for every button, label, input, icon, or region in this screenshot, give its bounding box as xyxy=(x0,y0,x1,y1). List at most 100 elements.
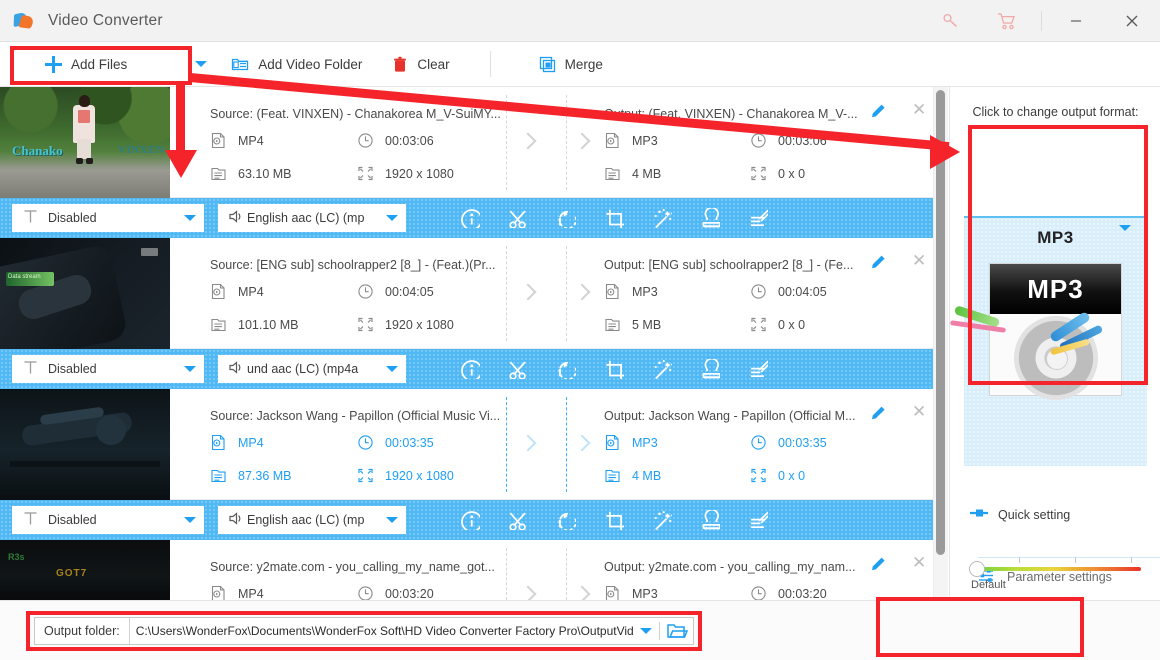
convert-chevron-icon xyxy=(519,434,537,452)
file-list[interactable]: Chanako VINXEN Source: (Feat. VINXEN) - … xyxy=(0,87,948,600)
crop-icon[interactable] xyxy=(590,500,638,540)
output-folder-path[interactable]: C:\Users\WonderFox\Documents\WonderFox S… xyxy=(128,618,633,644)
output-format-panel: Click to change output format: MP3 MP3 P… xyxy=(949,87,1160,650)
clock-icon xyxy=(750,434,767,451)
output-format-header[interactable]: MP3 xyxy=(964,228,1147,248)
open-folder-icon[interactable] xyxy=(659,622,693,640)
scissors-icon[interactable] xyxy=(494,198,542,238)
minimize-icon[interactable] xyxy=(1048,0,1104,42)
add-files-label: Add Files xyxy=(71,56,128,72)
cart-icon[interactable] xyxy=(979,0,1035,42)
remove-file-icon[interactable]: ✕ xyxy=(912,554,926,571)
file-meta: Source: (Feat. VINXEN) - Chanakorea M_V-… xyxy=(170,87,933,198)
add-video-folder-button[interactable]: Add Video Folder xyxy=(231,42,362,86)
magic-wand-icon[interactable] xyxy=(638,500,686,540)
subtitle-edit-icon[interactable] xyxy=(734,349,782,389)
scissors-icon[interactable] xyxy=(494,349,542,389)
output-title: Output: [ENG sub] schoolrapper2 [8_] - (… xyxy=(604,258,854,272)
subtitle-track-select[interactable]: Disabled xyxy=(12,506,204,534)
rotate-icon[interactable] xyxy=(542,500,590,540)
magic-wand-icon[interactable] xyxy=(638,349,686,389)
video-thumbnail[interactable]: Chanako VINXEN xyxy=(0,87,170,198)
crop-icon[interactable] xyxy=(590,198,638,238)
source-title: Source: y2mate.com - you_calling_my_name… xyxy=(210,560,495,574)
info-icon[interactable] xyxy=(446,198,494,238)
convert-chevron-icon xyxy=(519,132,537,150)
rotate-icon[interactable] xyxy=(542,198,590,238)
magic-wand-icon[interactable] xyxy=(638,198,686,238)
quality-slider[interactable]: Default xyxy=(969,555,1142,591)
source-size: 101.10 MB xyxy=(210,316,298,333)
audio-track-select[interactable]: English aac (LC) (mp xyxy=(218,204,406,232)
video-thumbnail[interactable] xyxy=(0,389,170,500)
audio-track-select[interactable]: und aac (LC) (mp4a xyxy=(218,355,406,383)
video-thumbnail[interactable]: Data stream xyxy=(0,238,170,349)
remove-file-icon[interactable]: ✕ xyxy=(912,101,926,118)
file-size-icon xyxy=(604,165,621,182)
swoosh-decoration xyxy=(1046,304,1116,366)
subtitle-track-select[interactable]: Disabled xyxy=(12,204,204,232)
remove-file-icon[interactable]: ✕ xyxy=(912,252,926,269)
merge-button[interactable]: Merge xyxy=(539,42,603,86)
table-row[interactable]: Data stream Source: [ENG sub] schoolrapp… xyxy=(0,238,933,349)
clock-icon xyxy=(750,132,767,149)
chevron-down-icon[interactable] xyxy=(184,215,196,221)
source-duration: 00:04:05 xyxy=(357,283,434,300)
add-files-button[interactable]: Add Files xyxy=(45,42,208,86)
row-action-bar: Disabled English aac (LC) (mp xyxy=(0,198,933,238)
source-format: MP4 xyxy=(210,434,264,451)
info-icon[interactable] xyxy=(446,349,494,389)
subtitle-edit-icon[interactable] xyxy=(734,198,782,238)
title-bar: Video Converter xyxy=(0,0,1160,42)
scissors-icon[interactable] xyxy=(494,500,542,540)
info-icon[interactable] xyxy=(446,500,494,540)
mp3-format-thumbnail: MP3 xyxy=(949,263,1122,400)
rename-output-icon[interactable] xyxy=(870,556,887,576)
key-icon[interactable] xyxy=(923,0,979,42)
format-chevron-down-icon[interactable] xyxy=(1119,225,1131,231)
quick-setting-icon xyxy=(969,507,989,522)
row-action-bar: Disabled English aac (LC) (mp xyxy=(0,500,933,540)
rename-output-icon[interactable] xyxy=(870,103,887,123)
crop-icon[interactable] xyxy=(590,349,638,389)
output-folder-field[interactable]: Output folder: C:\Users\WonderFox\Docume… xyxy=(34,617,694,645)
rotate-icon[interactable] xyxy=(542,349,590,389)
source-duration: 00:03:06 xyxy=(357,132,434,149)
speaker-icon xyxy=(228,359,245,379)
subtitle-edit-icon[interactable] xyxy=(734,500,782,540)
source-resolution: 1920 x 1080 xyxy=(357,316,454,333)
rename-output-icon[interactable] xyxy=(870,254,887,274)
close-icon[interactable] xyxy=(1104,0,1160,42)
table-row[interactable]: Chanako VINXEN Source: (Feat. VINXEN) - … xyxy=(0,87,933,198)
table-row[interactable]: R3s GOT7 Source: y2mate.com - you_callin… xyxy=(0,540,933,600)
table-row[interactable]: Source: Jackson Wang - Papillon (Officia… xyxy=(0,389,933,500)
chevron-down-icon[interactable] xyxy=(195,61,208,67)
file-format-icon xyxy=(210,132,227,149)
chevron-down-icon[interactable] xyxy=(184,517,196,523)
clear-button[interactable]: Clear xyxy=(392,42,450,86)
slider-knob[interactable] xyxy=(969,561,985,577)
output-format-box[interactable]: MP3 MP3 Parameter settings xyxy=(949,216,1160,584)
audio-track-select[interactable]: English aac (LC) (mp xyxy=(218,506,406,534)
output-folder-chevron-down-icon[interactable] xyxy=(633,628,659,634)
stamp-icon[interactable] xyxy=(686,500,734,540)
output-format-title: Click to change output format: xyxy=(972,105,1139,119)
quick-setting-row[interactable]: Quick setting xyxy=(969,507,1070,522)
output-duration: 00:03:35 xyxy=(750,434,827,451)
stamp-icon[interactable] xyxy=(686,349,734,389)
chevron-down-icon[interactable] xyxy=(386,215,398,221)
remove-file-icon[interactable]: ✕ xyxy=(912,403,926,420)
clock-icon xyxy=(357,585,374,600)
clock-icon xyxy=(750,585,767,600)
subtitle-track-select[interactable]: Disabled xyxy=(12,355,204,383)
stamp-icon[interactable] xyxy=(686,198,734,238)
video-thumbnail[interactable]: R3s GOT7 xyxy=(0,540,170,600)
bottom-bar: Output folder: C:\Users\WonderFox\Docume… xyxy=(0,600,1160,660)
chevron-down-icon[interactable] xyxy=(184,366,196,372)
resolution-icon xyxy=(357,165,374,182)
file-list-scrollbar-thumb[interactable] xyxy=(936,90,945,555)
file-format-icon xyxy=(210,283,227,300)
rename-output-icon[interactable] xyxy=(870,405,887,425)
chevron-down-icon[interactable] xyxy=(386,517,398,523)
chevron-down-icon[interactable] xyxy=(386,366,398,372)
